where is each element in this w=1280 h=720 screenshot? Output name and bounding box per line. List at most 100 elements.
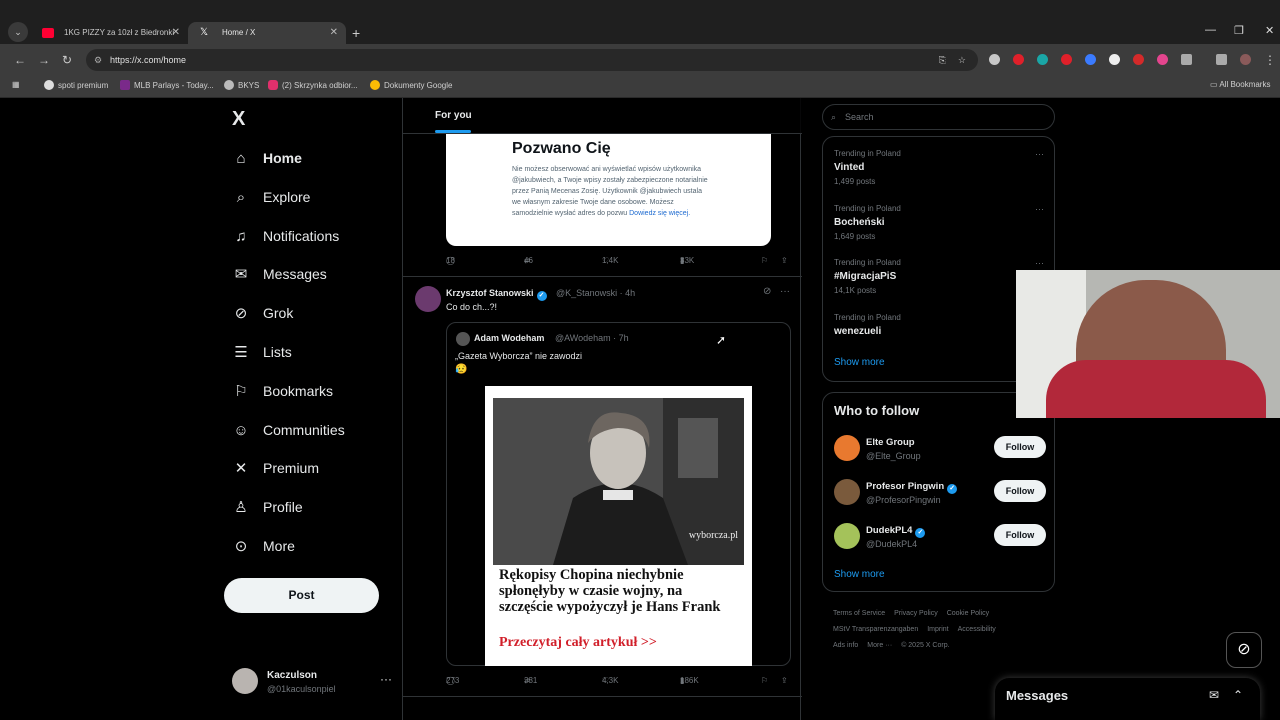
extension-icon[interactable]: [1157, 54, 1168, 65]
footer-link[interactable]: MStV Transparenzangaben: [833, 626, 918, 633]
close-tab-icon[interactable]: ✕: [330, 22, 338, 44]
search-icon: ⌕: [831, 112, 837, 122]
post-button[interactable]: Post: [224, 578, 379, 613]
grok-icon[interactable]: ⊘: [763, 286, 771, 297]
tab-title: 1KG PIZZY za 10zł z Biedronki: [64, 28, 175, 37]
messages-drawer[interactable]: Messages ✉ ⌃: [995, 678, 1260, 720]
footer-link[interactable]: More ···: [867, 642, 892, 649]
bookmark-bkys[interactable]: BKYS: [224, 80, 259, 90]
nav-explore[interactable]: ⌕ Explore: [232, 182, 311, 212]
tab-for-you[interactable]: For you: [435, 110, 472, 121]
trend-item[interactable]: Trending in Poland #MigracjaPiS 14,1K po…: [834, 258, 1044, 295]
nav-more[interactable]: ⊙ More: [232, 531, 295, 561]
new-message-icon[interactable]: ✉: [1209, 688, 1219, 702]
avatar[interactable]: [415, 286, 441, 312]
author-name[interactable]: Krzysztof Stanowski ✓: [446, 288, 547, 301]
chevron-up-icon[interactable]: ⌃: [1233, 688, 1243, 702]
tab-home-x[interactable]: 𝕏 Home / X ✕: [188, 22, 346, 44]
left-nav: X ⌂ Home ⌕ Explore ♫ Notifications ✉ Message…: [222, 98, 402, 720]
extension-icon[interactable]: [1109, 54, 1120, 65]
more-dots-icon[interactable]: ···: [1035, 258, 1044, 268]
footer-link[interactable]: Terms of Service: [833, 610, 885, 617]
bookmark-spoti[interactable]: spoti premium: [44, 80, 108, 90]
back-icon[interactable]: ←: [14, 53, 26, 67]
quote-author-name: Adam Wodeham: [474, 333, 545, 343]
bookmark-star-icon[interactable]: ☆: [958, 49, 966, 71]
trend-item[interactable]: Trending in Poland wenezueli: [834, 313, 1044, 337]
reading-list-icon[interactable]: [1216, 54, 1227, 65]
all-bookmarks[interactable]: ▭ All Bookmarks: [1210, 80, 1270, 89]
reload-icon[interactable]: ↻: [62, 53, 72, 67]
extension-icon[interactable]: [1037, 54, 1048, 65]
article-image[interactable]: wyborcza.pl Rękopisy Chopina niechybnie …: [485, 386, 752, 666]
timeline: For you Pozwano Cię Nie możesz obserwowa…: [402, 98, 802, 720]
nav-grok[interactable]: ⊘ Grok: [232, 298, 294, 328]
tab-pizza[interactable]: 1KG PIZZY za 10zł z Biedronki ✕: [30, 22, 188, 44]
bookmark-google-docs[interactable]: Dokumenty Google: [370, 80, 452, 90]
profile-avatar-icon[interactable]: [1240, 54, 1251, 65]
post-text: Co do ch...?!: [446, 302, 498, 312]
install-icon[interactable]: ⎘: [939, 49, 946, 71]
restore-icon[interactable]: ❐: [1234, 24, 1244, 37]
nav-bookmarks[interactable]: ⚐ Bookmarks: [232, 376, 333, 406]
bookmark-mlb[interactable]: MLB Parlays - Today...: [120, 80, 214, 90]
follow-button[interactable]: Follow: [994, 480, 1046, 502]
close-tab-icon[interactable]: ✕: [172, 22, 180, 44]
more-dots-icon[interactable]: ···: [780, 286, 790, 297]
close-window-icon[interactable]: ✕: [1265, 24, 1274, 37]
nav-messages[interactable]: ✉ Messages: [232, 259, 327, 289]
tab-search-dropdown[interactable]: ⌄: [8, 22, 28, 42]
follow-button[interactable]: Follow: [994, 436, 1046, 458]
apps-icon[interactable]: ▦: [12, 80, 20, 89]
lawsuit-card-image[interactable]: Pozwano Cię Nie możesz obserwować ani wy…: [446, 134, 771, 246]
who-to-follow-show-more[interactable]: Show more: [834, 569, 885, 580]
forward-icon[interactable]: →: [38, 53, 50, 67]
x-logo-icon[interactable]: X: [232, 108, 245, 131]
account-switcher[interactable]: Kaczulson @01kaculsonpiel ···: [232, 668, 392, 698]
nav-notifications[interactable]: ♫ Notifications: [232, 221, 339, 251]
extension-icon[interactable]: [1133, 54, 1144, 65]
extension-icon[interactable]: [1013, 54, 1024, 65]
nav-lists[interactable]: ☰ Lists: [232, 337, 292, 367]
browser-menu-icon[interactable]: ⋮: [1264, 53, 1276, 67]
follow-button[interactable]: Follow: [994, 524, 1046, 546]
follow-suggestion[interactable]: Elte Group @Elte_Group Follow: [834, 435, 1046, 465]
extension-icon[interactable]: [989, 54, 1000, 65]
trend-item[interactable]: Trending in Poland Bocheński 1,649 posts…: [834, 204, 1044, 241]
puzzle-icon[interactable]: [1181, 54, 1192, 65]
minimize-icon[interactable]: —: [1205, 24, 1216, 36]
search-input[interactable]: ⌕ Search: [822, 104, 1055, 130]
trend-item[interactable]: Trending in Poland Vinted 1,499 posts ··…: [834, 149, 1044, 186]
url-input[interactable]: ⚙ https://x.com/home ⎘ ☆: [86, 49, 978, 71]
nav-premium[interactable]: ✕ Premium: [232, 453, 319, 483]
extension-icon[interactable]: [1085, 54, 1096, 65]
new-tab-button[interactable]: +: [352, 22, 360, 44]
more-dots-icon[interactable]: ···: [1035, 204, 1044, 214]
bookmark-post-icon[interactable]: ⚐: [761, 256, 768, 265]
footer-link[interactable]: Ads info: [833, 642, 858, 649]
quote-emoji: 😥: [455, 364, 468, 375]
more-dots-icon[interactable]: ···: [380, 672, 392, 686]
share-icon[interactable]: ⇪: [781, 676, 788, 685]
follow-suggestion[interactable]: Profesor Pingwin ✓ @ProfesorPingwin Follo…: [834, 479, 1046, 509]
nav-home[interactable]: ⌂ Home: [232, 143, 301, 173]
more-dots-icon[interactable]: ···: [1035, 149, 1044, 159]
quoted-post[interactable]: Adam Wodeham @AWodeham · 7h „Gazeta Wybo…: [446, 322, 791, 666]
grok-floating-button[interactable]: ⊘: [1226, 632, 1262, 668]
footer-link[interactable]: Privacy Policy: [894, 610, 938, 617]
post-actions: ◯ 18 ⇄ 46 ♡ 1,4K ▮ 33K ⚐ ⇪: [446, 256, 788, 265]
share-icon[interactable]: ⇪: [781, 256, 788, 265]
extension-icon[interactable]: [1061, 54, 1072, 65]
trends-show-more[interactable]: Show more: [834, 357, 885, 368]
nav-profile[interactable]: ♙ Profile: [232, 492, 302, 522]
nav-communities[interactable]: ☺ Communities: [232, 415, 344, 445]
url-text: https://x.com/home: [110, 55, 187, 65]
footer-link[interactable]: Cookie Policy: [947, 610, 989, 617]
bookmark-post-icon[interactable]: ⚐: [761, 676, 768, 685]
footer-link[interactable]: Accessibility: [958, 626, 996, 633]
bookmark-instagram[interactable]: (2) Skrzynka odbior...: [268, 80, 358, 90]
footer-link[interactable]: Imprint: [927, 626, 948, 633]
quote-author-handle: @AWodeham · 7h: [555, 333, 629, 343]
follow-suggestion[interactable]: DudekPL4 ✓ @DudekPL4 Follow: [834, 523, 1046, 553]
site-info-icon[interactable]: ⚙: [94, 49, 102, 71]
